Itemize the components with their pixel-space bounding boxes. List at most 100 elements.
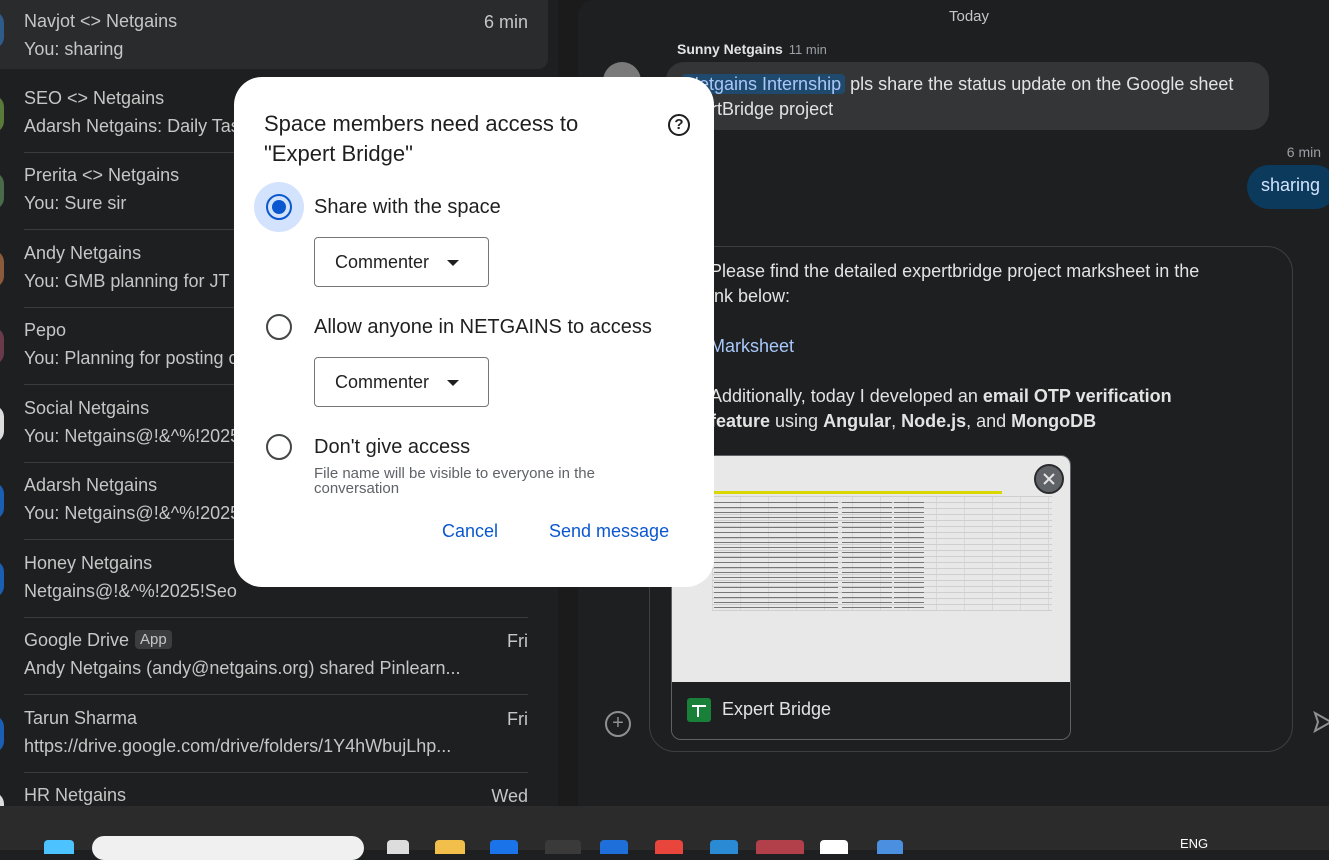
conversation-time: Fri: [507, 631, 528, 651]
radio-button: [266, 314, 292, 340]
app-icon[interactable]: [820, 840, 848, 854]
composer-bold-text: MongoDB: [1011, 411, 1097, 431]
composer-line: ink below:: [710, 286, 791, 306]
avatar: [0, 405, 4, 443]
sheet-text-column: [842, 498, 892, 608]
dropdown-arrow-icon: [447, 260, 459, 266]
cancel-button[interactable]: Cancel: [442, 521, 498, 542]
option-label: Share with the space: [314, 196, 501, 218]
role-value: Commenter: [335, 372, 430, 392]
conversation-name: Social Netgains: [24, 398, 150, 418]
conversation-item[interactable]: HR Netgains Wed: [0, 774, 548, 806]
conversation-snippet: You: Planning for posting o: [24, 348, 239, 368]
add-attachment-button[interactable]: +: [605, 711, 631, 737]
conversation-snippet: Netgains@!&^%!2025!Seo: [24, 581, 237, 601]
conversation-snippet: Andy Netgains (andy@netgains.org) shared…: [24, 658, 461, 678]
radio-button: [266, 194, 292, 220]
send-message-button[interactable]: Send message: [549, 521, 669, 542]
role-dropdown[interactable]: Commenter: [314, 237, 489, 287]
app-icon[interactable]: [490, 840, 518, 854]
avatar: [0, 11, 4, 49]
composer-bold-text: feature: [710, 411, 771, 431]
option-hint: File name will be visible to everyone in…: [314, 465, 595, 497]
edge-icon[interactable]: [600, 840, 628, 854]
windows-start-icon[interactable]: [44, 840, 74, 854]
divider: [24, 617, 528, 618]
close-icon: [1043, 473, 1055, 485]
divider: [24, 694, 528, 695]
conversation-time: Wed: [491, 786, 528, 806]
conversation-name: Prerita <> Netgains: [24, 165, 180, 185]
divider: [24, 772, 528, 773]
sheet-text-column: [744, 498, 782, 608]
sheet-preview-thumbnail: [672, 456, 1070, 682]
avatar: [0, 250, 4, 288]
conversation-name: Tarun Sharma: [24, 708, 138, 728]
conversation-name: HR Netgains: [24, 785, 127, 805]
dropdown-arrow-icon: [447, 380, 459, 386]
option-label: Allow anyone in NETGAINS to access: [314, 316, 652, 338]
radio-button: [266, 434, 292, 460]
my-message-bubble: sharing: [1247, 165, 1329, 209]
app-window: Navjot <> Netgains You: sharing 6 min SE…: [0, 0, 1329, 806]
message-composer[interactable]: Please find the detailed expertbridge pr…: [649, 246, 1293, 752]
attachment-footer: Expert Bridge: [672, 682, 1070, 739]
conversation-snippet: https://drive.google.com/drive/folders/1…: [24, 736, 452, 756]
composer-bold-text: email OTP verification: [982, 386, 1172, 406]
vscode-icon[interactable]: [710, 840, 738, 854]
sheet-header-row: [712, 491, 1002, 494]
app-icon[interactable]: [545, 840, 581, 854]
dialog-title: Space members need access to "Expert Bri…: [264, 111, 579, 166]
sheet-text-column: [894, 498, 924, 608]
avatar: [0, 792, 4, 806]
attachment-card[interactable]: Expert Bridge: [671, 455, 1071, 740]
composer-text[interactable]: Please find the detailed expertbridge pr…: [710, 259, 1240, 434]
avatar: [0, 327, 4, 365]
plus-icon: +: [612, 712, 624, 734]
app-badge: App: [135, 630, 172, 649]
radio-share-with-space[interactable]: [254, 182, 304, 232]
sender-name: Sunny Netgains: [677, 41, 783, 57]
calendar-icon[interactable]: [877, 840, 903, 854]
conversation-item[interactable]: Google Drive App Andy Netgains (andy@netg…: [0, 619, 548, 695]
chrome-icon[interactable]: [655, 840, 683, 854]
help-icon[interactable]: ?: [668, 114, 690, 136]
marksheet-link[interactable]: Marksheet: [710, 336, 794, 356]
message-bubble: Netgains Internship pls share the status…: [666, 62, 1269, 130]
conversation-snippet: You: GMB planning for JT W: [24, 271, 252, 291]
composer-text-segment: Additionally, today I developed an: [710, 386, 983, 406]
message-time: 11 min: [788, 42, 827, 57]
composer-text-segment: using: [770, 411, 824, 431]
composer-line: Please find the detailed expertbridge pr…: [710, 261, 1200, 281]
conversation-name: Honey Netgains: [24, 553, 153, 573]
radio-dont-give-access[interactable]: [254, 422, 304, 472]
conversation-snippet: Adarsh Netgains: Daily Tas: [24, 116, 240, 136]
avatar: [0, 482, 4, 520]
message-header: Sunny Netgains 11 min: [677, 41, 827, 57]
share-access-dialog: Space members need access to "Expert Bri…: [234, 77, 714, 587]
conversation-name: Andy Netgains: [24, 243, 142, 263]
composer-text-segment: , and: [966, 411, 1012, 431]
conversation-snippet: You: sharing: [24, 39, 124, 59]
active-app-icon[interactable]: [756, 840, 804, 854]
conversation-snippet: You: Netgains@!&^%!2025: [24, 503, 241, 523]
remove-attachment-button[interactable]: [1034, 464, 1064, 494]
role-value: Commenter: [335, 252, 430, 272]
send-icon[interactable]: [1313, 710, 1329, 734]
taskbar-search[interactable]: [92, 836, 364, 860]
conversation-name: Navjot <> Netgains: [24, 11, 178, 31]
radio-allow-netgains[interactable]: [254, 302, 304, 352]
conversation-name: Adarsh Netgains: [24, 475, 158, 495]
composer-bold-text: Node.js: [901, 411, 967, 431]
conversation-time: Fri: [507, 709, 528, 729]
conversation-item[interactable]: Navjot <> Netgains You: sharing 6 min: [0, 0, 548, 69]
sheet-text-column: [714, 498, 744, 608]
language-indicator[interactable]: ENG: [1180, 836, 1208, 851]
composer-bold-text: Angular: [823, 411, 892, 431]
sheet-text-column: [778, 498, 838, 608]
file-explorer-icon[interactable]: [435, 840, 465, 854]
app-icon[interactable]: [387, 840, 409, 854]
conversation-name: Pepo: [24, 320, 67, 340]
conversation-item[interactable]: Tarun Sharma https://drive.google.com/dr…: [0, 697, 548, 773]
role-dropdown[interactable]: Commenter: [314, 357, 489, 407]
